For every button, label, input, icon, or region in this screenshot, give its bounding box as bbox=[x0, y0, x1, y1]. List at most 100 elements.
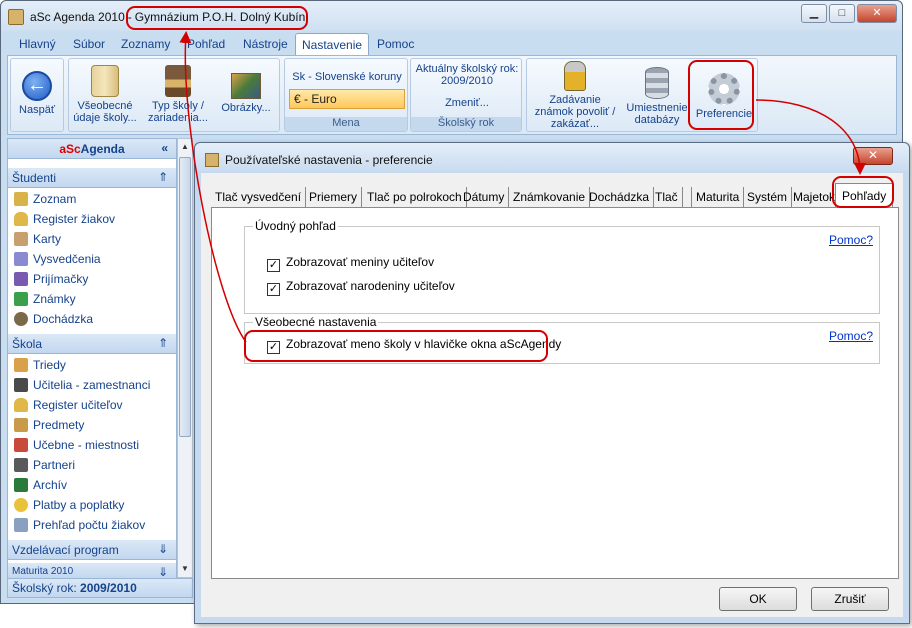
item-label: Známky bbox=[33, 292, 76, 306]
sidebar-item-ucitelia[interactable]: Učitelia - zamestnanci bbox=[14, 378, 150, 396]
item-label: Register učiteľov bbox=[33, 398, 123, 412]
tab-maturita[interactable]: Maturita bbox=[691, 187, 745, 207]
collapse-chevron-icon[interactable]: « bbox=[161, 141, 168, 155]
scroll-down-icon[interactable]: ▼ bbox=[178, 561, 192, 577]
preferences-button[interactable]: Preferencie bbox=[693, 73, 755, 120]
tab-tlac[interactable]: Tlač bbox=[651, 187, 683, 207]
menu-pomoc[interactable]: Pomoc bbox=[377, 37, 414, 51]
currency-euro-option[interactable]: € - Euro bbox=[289, 89, 405, 109]
tab-dochadzka[interactable]: Dochádzka bbox=[585, 187, 655, 207]
grades-permission-button[interactable]: Zadávanie známok povoliť / zakázať... bbox=[529, 61, 621, 130]
scroll-thumb[interactable] bbox=[179, 157, 191, 437]
menu-pohlad[interactable]: Pohľad bbox=[187, 37, 225, 51]
help-link[interactable]: Pomoc? bbox=[829, 329, 873, 343]
pictures-icon bbox=[231, 73, 261, 99]
sidebar-item-archiv[interactable]: Archív bbox=[14, 478, 67, 496]
minimize-button[interactable]: ▁ bbox=[801, 4, 827, 23]
sidebar-item-partneri[interactable]: Partneri bbox=[14, 458, 75, 476]
menu-subor[interactable]: Súbor bbox=[73, 37, 105, 51]
section-title: Maturita 2010 bbox=[12, 566, 74, 577]
checkbox-checked[interactable]: ✓ bbox=[267, 259, 280, 272]
back-button[interactable]: ← Naspäť bbox=[15, 71, 59, 116]
general-info-button[interactable]: Všeobecné údaje školy... bbox=[71, 65, 139, 124]
sidebar-item-zoznam[interactable]: Zoznam bbox=[14, 192, 76, 210]
checkbox-checked[interactable]: ✓ bbox=[267, 283, 280, 296]
gear-icon bbox=[708, 73, 740, 105]
sidebar-item-dochadzka[interactable]: Dochádzka bbox=[14, 312, 93, 330]
attendance-icon bbox=[14, 312, 28, 326]
option-meno-skoly[interactable]: ✓ Zobrazovať meno školy v hlavičke okna a… bbox=[267, 337, 561, 354]
sidebar-item-platby[interactable]: Platby a poplatky bbox=[14, 498, 124, 516]
card-icon bbox=[14, 232, 28, 246]
sidebar-item-prijimacky[interactable]: Prijímačky bbox=[14, 272, 88, 290]
tab-priemery[interactable]: Priemery bbox=[305, 187, 363, 207]
sidebar-scrollbar[interactable]: ▲ ▼ bbox=[177, 138, 193, 578]
sidebar-item-vysvedcenia[interactable]: Vysvedčenia bbox=[14, 252, 101, 270]
person-icon bbox=[14, 192, 28, 206]
item-label: Karty bbox=[33, 232, 62, 246]
school-type-button[interactable]: Typ školy / zariadenia... bbox=[145, 65, 211, 124]
tab-majetok[interactable]: Majetok bbox=[789, 187, 841, 207]
ribbon-group-school: Všeobecné údaje školy... Typ školy / zar… bbox=[68, 58, 280, 132]
window-title: aSc Agenda 2010- Gymnázium P.O.H. Dolný K… bbox=[30, 10, 305, 24]
chevron-up-icon[interactable]: ⇑ bbox=[158, 336, 168, 350]
chevron-down-icon[interactable]: ⇓ bbox=[158, 565, 168, 579]
tab-system[interactable]: Systém bbox=[743, 187, 793, 207]
option-narodeniny[interactable]: ✓ Zobrazovať narodeniny učiteľov bbox=[267, 279, 455, 296]
sidebar-item-triedy[interactable]: Triedy bbox=[14, 358, 66, 376]
item-label: Vysvedčenia bbox=[33, 252, 101, 266]
group-legend: Úvodný pohľad bbox=[253, 219, 338, 233]
close-button[interactable]: ✕ bbox=[857, 4, 897, 23]
school-year-group-label: Školský rok bbox=[411, 117, 521, 131]
sidebar-item-karty[interactable]: Karty bbox=[14, 232, 61, 250]
tab-pohlady[interactable]: Pohľady bbox=[835, 183, 894, 209]
sidebar-item-register-ziakov[interactable]: Register žiakov bbox=[14, 212, 115, 230]
ok-button[interactable]: OK bbox=[719, 587, 797, 611]
section-studenti[interactable]: Študenti ⇑ bbox=[8, 168, 176, 188]
database-icon bbox=[645, 67, 669, 99]
database-location-button[interactable]: Umiestnenie databázy bbox=[623, 67, 691, 126]
sidebar-item-prehlad[interactable]: Prehľad počtu žiakov bbox=[14, 518, 145, 536]
tab-datumy[interactable]: Dátumy bbox=[459, 187, 510, 207]
tab-znamkovanie[interactable]: Známkovanie bbox=[509, 187, 591, 207]
section-skola[interactable]: Škola ⇑ bbox=[8, 334, 176, 354]
menu-nastavenie[interactable]: Nastavenie bbox=[295, 33, 370, 56]
dialog-close-button[interactable]: ✕ bbox=[853, 147, 893, 165]
option-meniny[interactable]: ✓ Zobrazovať meniny učiteľov bbox=[267, 255, 434, 272]
tab-strip: Tlač vysvedčení Priemery Tlač po polroko… bbox=[211, 183, 901, 209]
change-year-button[interactable]: Zmeniť... bbox=[413, 97, 521, 109]
menu-nastroje[interactable]: Nástroje bbox=[243, 37, 288, 51]
tab-tlac-vysvedceni[interactable]: Tlač vysvedčení bbox=[211, 187, 307, 207]
school-name: Gymnázium P.O.H. Dolný Kubín bbox=[134, 10, 306, 24]
section-maturita[interactable]: Maturita 2010 ⇓ bbox=[8, 563, 176, 579]
checkbox-checked[interactable]: ✓ bbox=[267, 341, 280, 354]
back-label: Naspäť bbox=[19, 104, 55, 116]
lock-icon bbox=[14, 212, 28, 226]
item-label: Prehľad počtu žiakov bbox=[33, 518, 146, 532]
app-name: aSc Agenda 2010 bbox=[30, 10, 125, 24]
partners-icon bbox=[14, 458, 28, 472]
chevron-down-icon[interactable]: ⇓ bbox=[158, 542, 168, 556]
dialog-title: Používateľské nastavenia - preferencie bbox=[225, 153, 433, 167]
sidebar-item-znamky[interactable]: Známky bbox=[14, 292, 76, 310]
ribbon-group-settings: Zadávanie známok povoliť / zakázať... Um… bbox=[526, 58, 758, 132]
coins-icon bbox=[14, 498, 28, 512]
section-vzdelavaci-program[interactable]: Vzdelávací program ⇓ bbox=[8, 540, 176, 560]
currency-sk-option[interactable]: Sk - Slovenské koruny bbox=[287, 71, 407, 83]
chevron-up-icon[interactable]: ⇑ bbox=[158, 170, 168, 184]
sidebar-brand-header[interactable]: aScAgenda « bbox=[8, 139, 176, 159]
tab-tlac-po-polrokoch[interactable]: Tlač po polrokoch bbox=[363, 187, 467, 207]
option-label: Zobrazovať meno školy v hlavičke okna aS… bbox=[286, 337, 562, 351]
images-label: Obrázky... bbox=[221, 102, 271, 114]
sidebar-item-predmety[interactable]: Predmety bbox=[14, 418, 84, 436]
help-link[interactable]: Pomoc? bbox=[829, 233, 873, 247]
maximize-button[interactable]: □ bbox=[829, 4, 855, 23]
scroll-up-icon[interactable]: ▲ bbox=[178, 139, 192, 155]
images-button[interactable]: Obrázky... bbox=[215, 73, 277, 114]
sidebar-item-ucebne[interactable]: Učebne - miestnosti bbox=[14, 438, 139, 456]
menu-zoznamy[interactable]: Zoznamy bbox=[121, 37, 170, 51]
sidebar-item-register-ucitelov[interactable]: Register učiteľov bbox=[14, 398, 123, 416]
item-label: Archív bbox=[33, 478, 68, 492]
menu-hlavny[interactable]: Hlavný bbox=[19, 37, 56, 51]
cancel-button[interactable]: Zrušiť bbox=[811, 587, 889, 611]
